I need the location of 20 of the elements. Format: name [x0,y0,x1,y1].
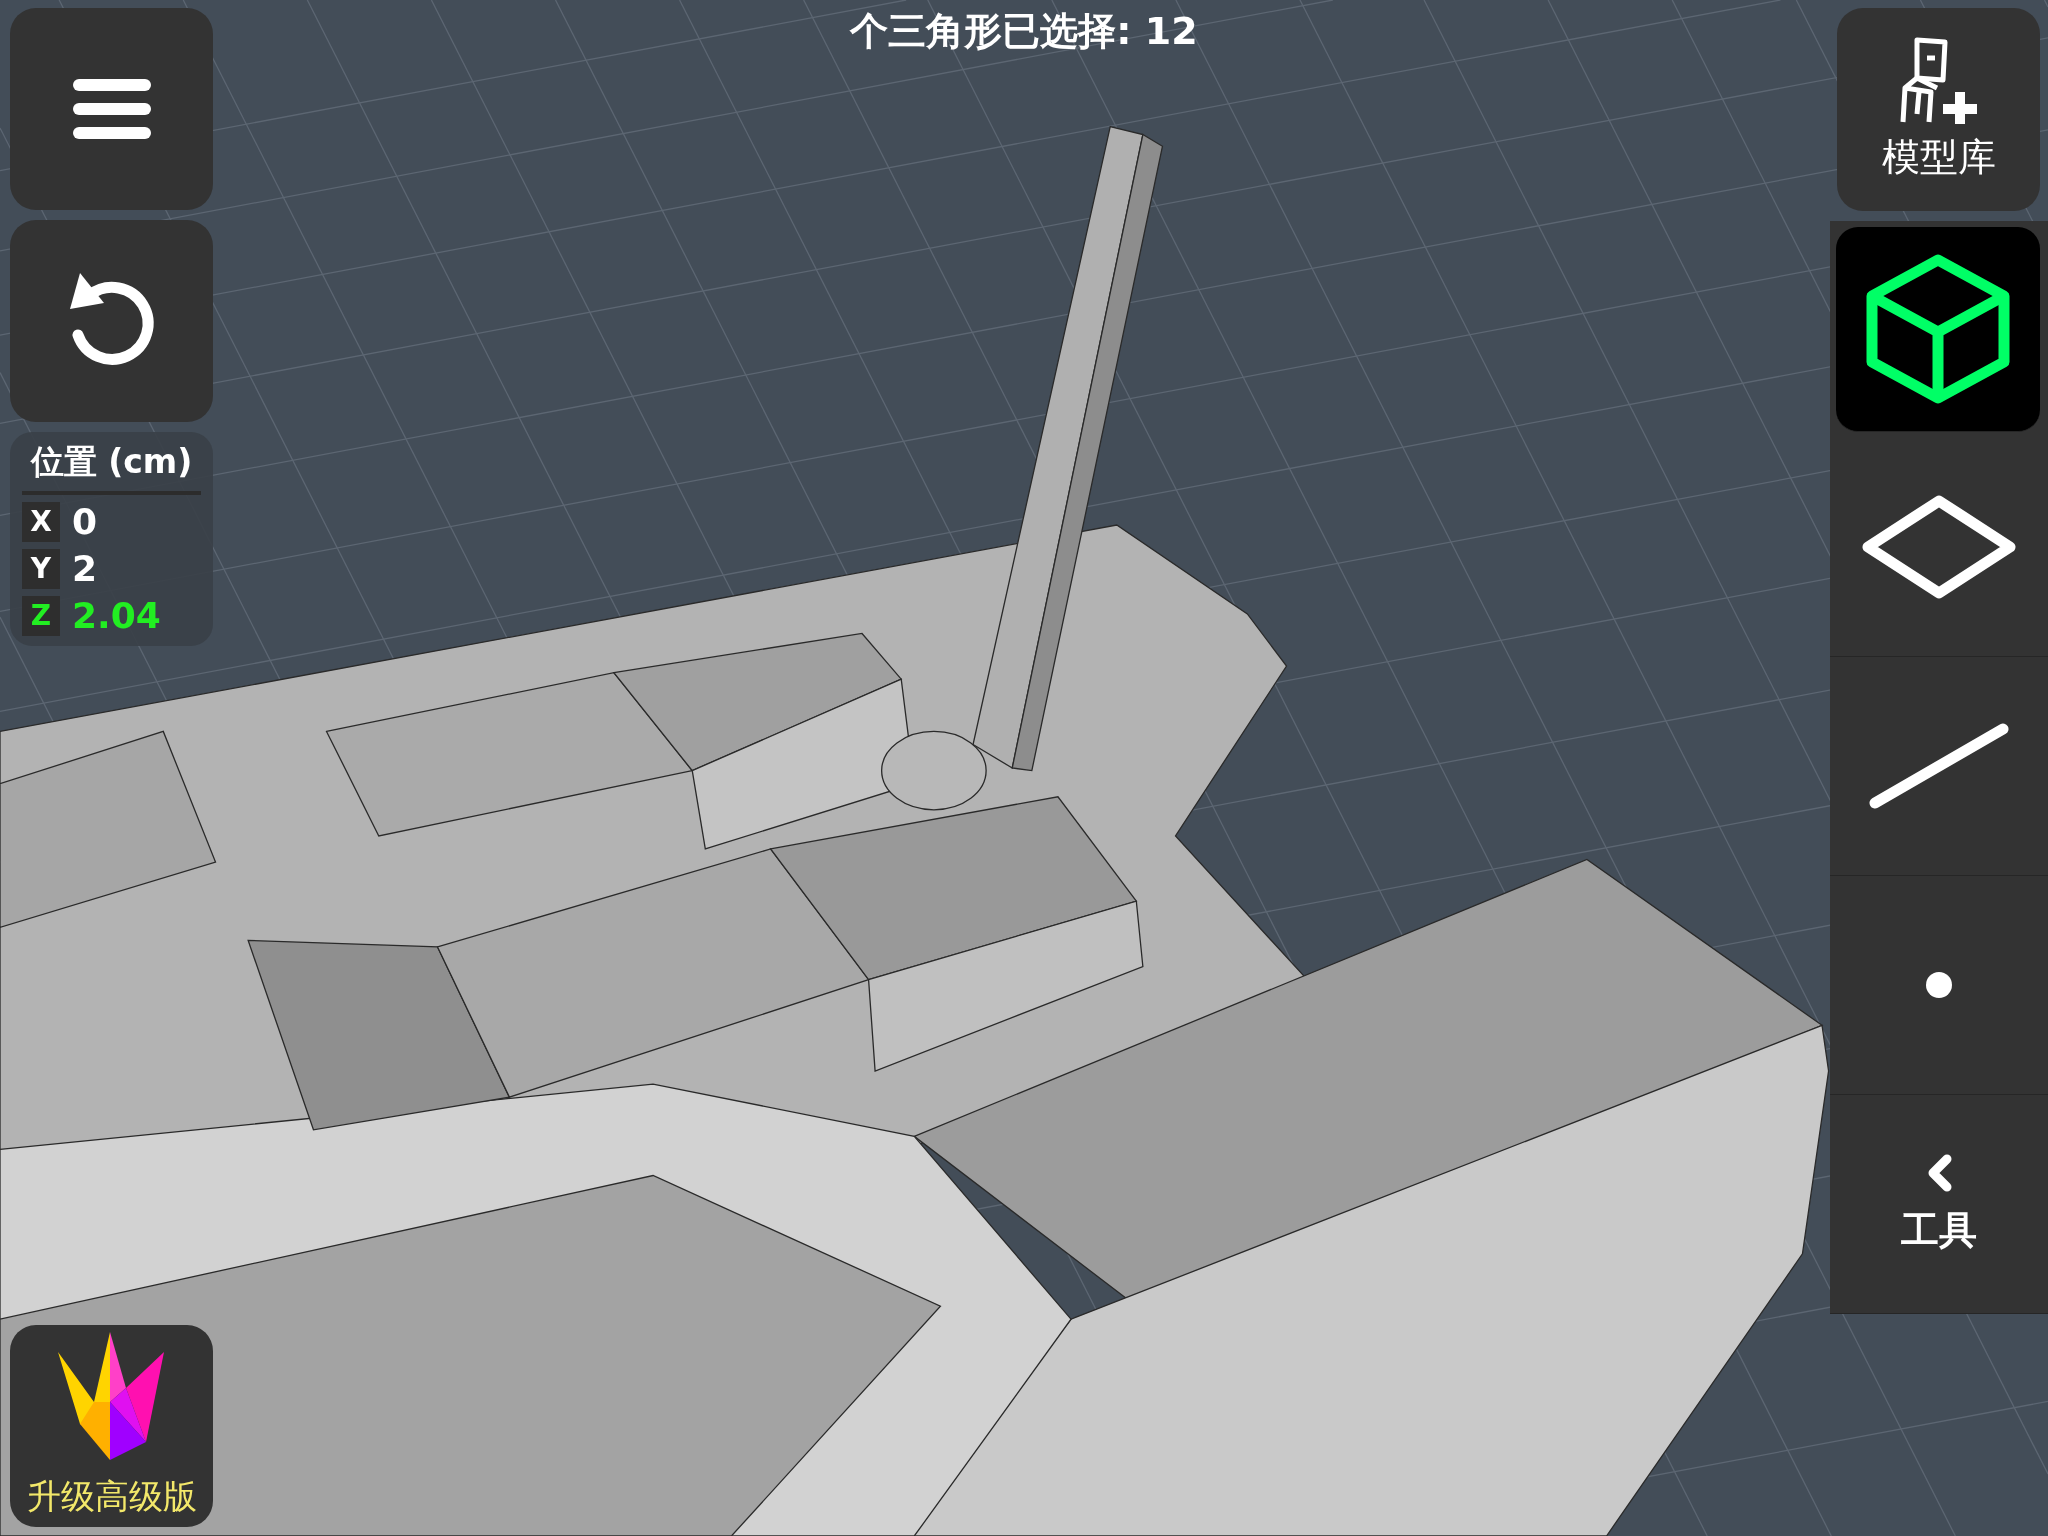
tools-mode-button[interactable]: 工具 [1830,1095,2048,1314]
axis-label: Y [22,548,60,589]
coordinate-value[interactable]: 2.04 [72,595,161,636]
selection-status: 个三角形已选择: 12 [850,8,1198,55]
rhombus-icon [1862,495,2016,599]
object-mode-button[interactable] [1836,227,2040,432]
panel-title: 位置 (cm) [30,441,193,483]
dot-icon [1925,971,1953,999]
3d-viewport[interactable]: 个三角形已选择: 12 位置 (cm) X 0 Y 2 Z 2.04 升级高级版 模型库 工具 [0,0,2048,1536]
axis-label: Z [22,595,60,636]
undo-button[interactable] [10,220,213,422]
cube-icon [1866,254,2010,404]
upgrade-button[interactable]: 升级高级版 [10,1325,213,1527]
coordinate-value[interactable]: 2 [72,548,98,589]
coordinate-value[interactable]: 0 [72,501,98,542]
menu-button[interactable] [10,8,213,210]
line-icon [1869,723,2009,809]
model-library-button[interactable]: 模型库 [1837,8,2040,211]
menu-icon [72,77,151,141]
axis-label: X [22,501,60,542]
